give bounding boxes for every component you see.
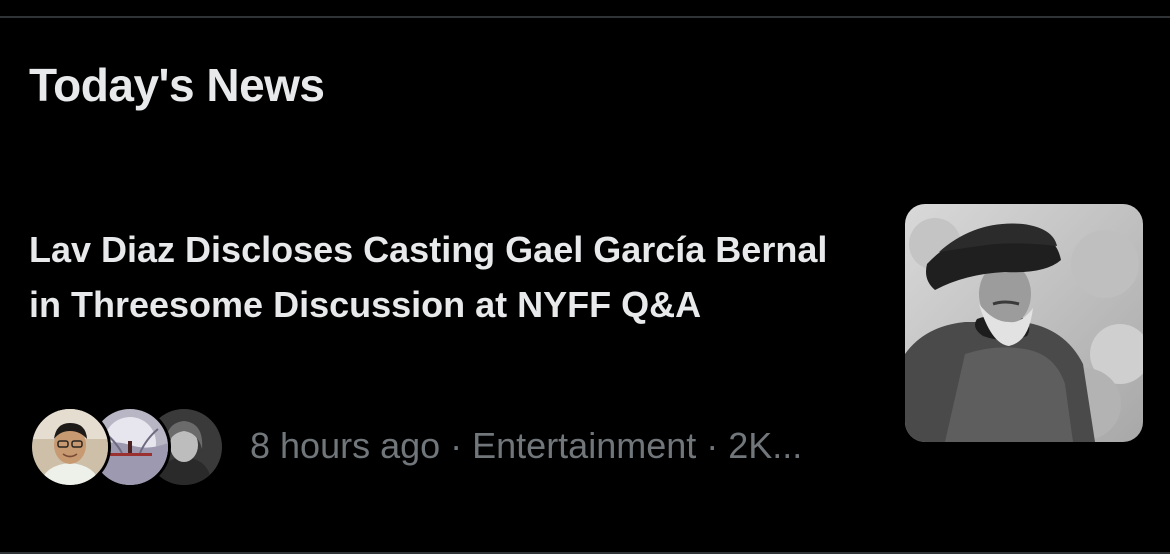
section-title: Today's News: [29, 59, 325, 111]
avatar: [29, 406, 111, 488]
news-item[interactable]: Lav Diaz Discloses Casting Gael García B…: [0, 190, 1170, 510]
news-meta-row: 8 hours ago · Entertainment · 2K...: [29, 404, 802, 488]
news-headline[interactable]: Lav Diaz Discloses Casting Gael García B…: [29, 222, 869, 332]
top-divider: [0, 16, 1170, 18]
news-thumbnail[interactable]: [905, 204, 1143, 442]
news-meta: 8 hours ago · Entertainment · 2K...: [250, 425, 803, 466]
avatar-stack: [29, 404, 225, 488]
